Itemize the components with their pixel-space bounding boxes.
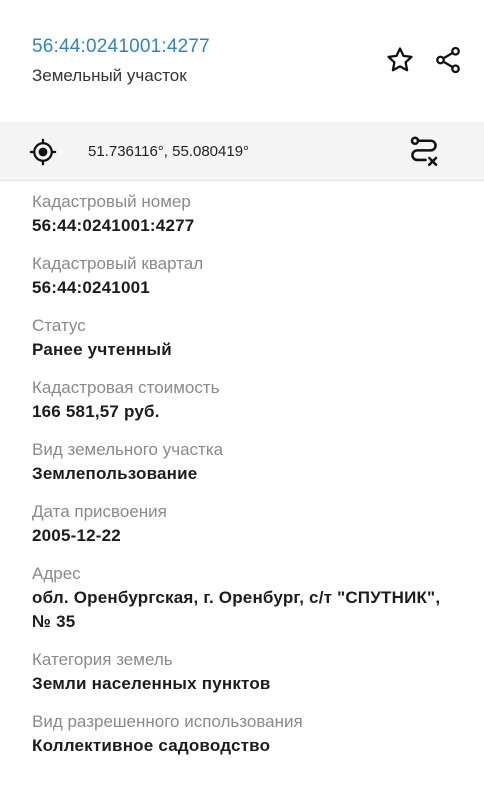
field-value: 2005-12-22 — [32, 526, 121, 545]
field-status: Статус Ранее учтенный — [32, 314, 462, 362]
coordinates-text[interactable]: 51.736116°, 55.080419° — [88, 143, 249, 160]
field-label: Вид земельного участка — [32, 440, 224, 459]
properties-list: Кадастровый номер 56:44:0241001:4277 Кад… — [32, 190, 462, 772]
field-value: Коллективное садоводство — [32, 736, 271, 755]
field-cadastral-number: Кадастровый номер 56:44:0241001:4277 — [32, 190, 462, 238]
share-icon[interactable] — [428, 40, 468, 80]
field-land-category: Категория земель Земли населенных пункто… — [32, 648, 462, 696]
field-value: Землепользование — [32, 464, 198, 483]
field-cadastral-value: Кадастровая стоимость 166 581,57 руб. — [32, 376, 462, 424]
field-address: Адрес обл. Оренбургская, г. Оренбург, с/… — [32, 562, 462, 634]
field-label: Кадастровый квартал — [32, 254, 204, 273]
field-value: обл. Оренбургская, г. Оренбург, с/т "СПУ… — [32, 588, 441, 631]
crosshair-icon[interactable] — [28, 137, 58, 167]
field-label: Статус — [32, 316, 86, 335]
field-label: Вид разрешенного использования — [32, 712, 303, 731]
cadastral-number-link[interactable]: 56:44:0241001:4277 — [32, 36, 210, 58]
field-value: 166 581,57 руб. — [32, 402, 160, 421]
field-land-type: Вид земельного участка Землепользование — [32, 438, 462, 486]
field-assignment-date: Дата присвоения 2005-12-22 — [32, 500, 462, 548]
field-label: Категория земель — [32, 650, 173, 669]
star-icon[interactable] — [380, 40, 420, 80]
field-value: Земли населенных пунктов — [32, 674, 271, 693]
header: 56:44:0241001:4277 Земельный участок — [0, 0, 484, 123]
field-label: Кадастровый номер — [32, 192, 191, 211]
field-label: Дата присвоения — [32, 502, 167, 521]
field-value: Ранее учтенный — [32, 340, 172, 359]
route-icon[interactable] — [406, 134, 442, 170]
coordinates-bar: 51.736116°, 55.080419° — [0, 122, 484, 181]
field-value: 56:44:0241001:4277 — [32, 216, 195, 235]
field-permitted-use: Вид разрешенного использования Коллектив… — [32, 710, 462, 758]
object-type-label: Земельный участок — [32, 66, 187, 85]
field-label: Кадастровая стоимость — [32, 378, 220, 397]
field-cadastral-quarter: Кадастровый квартал 56:44:0241001 — [32, 252, 462, 300]
field-value: 56:44:0241001 — [32, 278, 150, 297]
field-label: Адрес — [32, 564, 81, 583]
